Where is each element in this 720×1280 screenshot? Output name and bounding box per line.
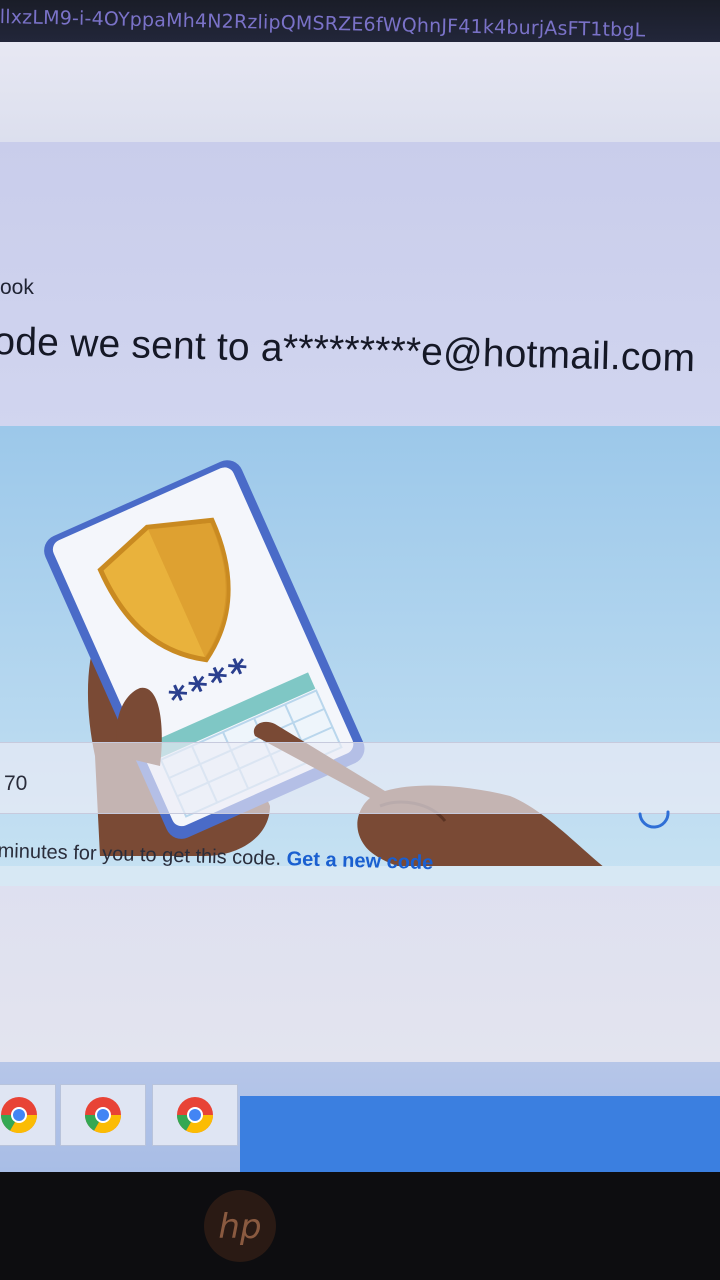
url-text[interactable]: llxzLM9-i-4OYppaMh4N2RzlipQMSRZE6fWQhnJF… (0, 6, 646, 42)
code-input-field[interactable] (0, 742, 720, 814)
brand-name: ook (0, 276, 34, 299)
laptop-bezel (0, 1172, 720, 1280)
chrome-icon (0, 1097, 38, 1134)
browser-address-bar[interactable]: llxzLM9-i-4OYppaMh4N2RzlipQMSRZE6fWQhnJF… (0, 0, 720, 42)
chrome-icon (177, 1097, 213, 1134)
loading-spinner-icon (638, 810, 670, 829)
logo-text: hp (218, 1207, 261, 1247)
code-input-value[interactable]: 70 (4, 772, 27, 796)
verification-page: ook ode we sent to a*********e@hotmail.c… (0, 142, 720, 1062)
page-title: ode we sent to a*********e@hotmail.com (0, 320, 696, 381)
get-new-code-link[interactable]: Get a new code (286, 848, 433, 874)
chrome-icon (85, 1097, 121, 1134)
taskbar-chrome-button-1[interactable] (0, 1084, 56, 1146)
security-code-illustration: **** (0, 426, 720, 886)
taskbar-chrome-button-2[interactable] (60, 1084, 146, 1146)
taskbar-chrome-button-3[interactable] (152, 1084, 238, 1146)
taskbar-active-strip (240, 1096, 720, 1176)
browser-toolbar-band (0, 42, 720, 142)
hp-logo-icon: hp (204, 1190, 276, 1262)
